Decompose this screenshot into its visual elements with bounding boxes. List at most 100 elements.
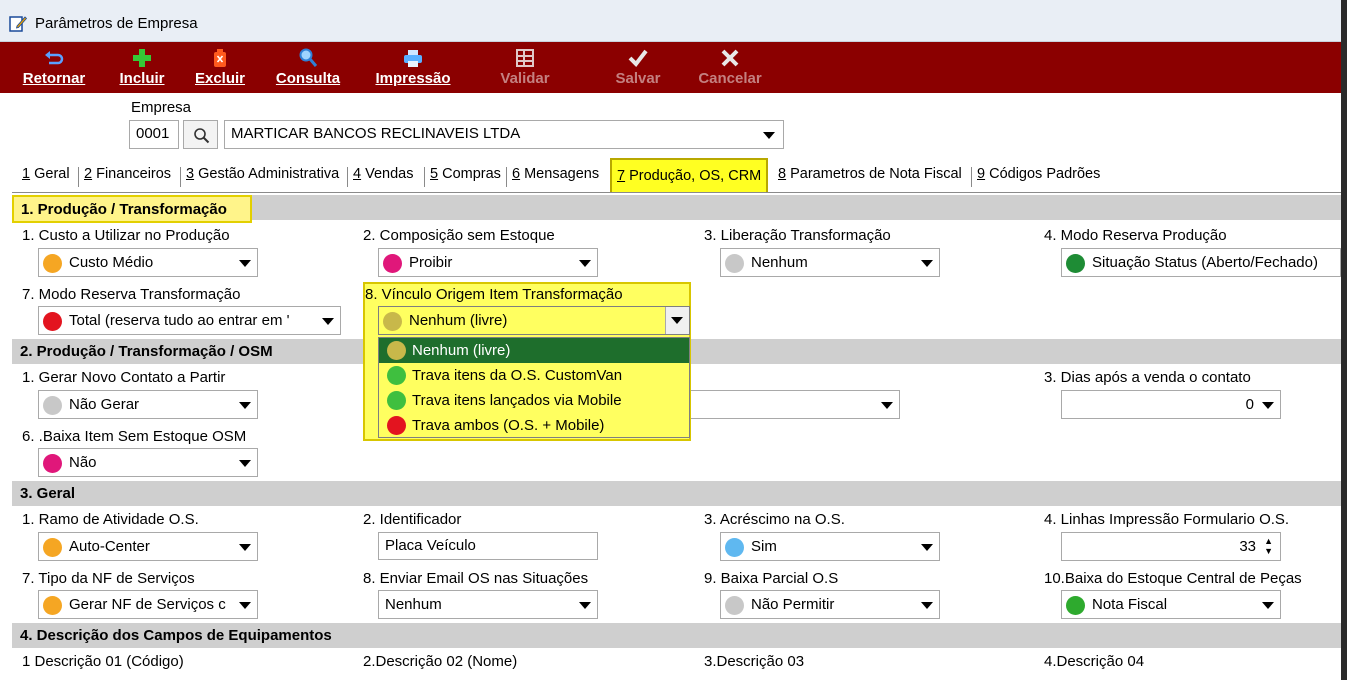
tab-separator <box>424 167 425 187</box>
empresa-name-select[interactable]: MARTICAR BANCOS RECLINAVEIS LTDA <box>224 120 784 149</box>
vinculo-origem-select[interactable]: Nenhum (livre) <box>378 306 690 335</box>
ramo-atividade-label: 1. Ramo de Atividade O.S. <box>22 511 199 528</box>
section-title: 4. Descrição dos Campos de Equipamentos <box>20 627 332 644</box>
identificador-input[interactable]: Placa Veículo <box>378 532 598 560</box>
modo-reserva-transformacao-select[interactable]: Total (reserva tudo ao entrar em ' <box>38 306 341 335</box>
chevron-down-icon <box>763 132 775 139</box>
baixa-estoque-central-select[interactable]: Nota Fiscal <box>1061 590 1281 619</box>
tab-compras-label: Compras <box>438 166 501 182</box>
spinner-updown-icon[interactable]: ▲ ▼ <box>1264 536 1273 556</box>
status-dot-icon <box>43 254 62 273</box>
acrescimo-label: 3. Acréscimo na O.S. <box>704 511 845 528</box>
enviar-email-select[interactable]: Nenhum <box>378 590 598 619</box>
status-dot-icon <box>43 396 62 415</box>
tab-financeiros[interactable]: 2 Financeiros <box>84 166 171 182</box>
salvar-button[interactable]: Salvar <box>606 42 670 93</box>
tab-vendas[interactable]: 4 Vendas <box>353 166 414 182</box>
tab-compras[interactable]: 5 Compras <box>430 166 501 182</box>
modo-reserva-producao-label: 4. Modo Reserva Produção <box>1044 227 1227 244</box>
chevron-down-icon <box>239 460 251 467</box>
dropdown-button[interactable] <box>665 307 689 334</box>
composicao-label: 2. Composição sem Estoque <box>363 227 555 244</box>
acrescimo-select[interactable]: Sim <box>720 532 940 561</box>
modo-reserva-transformacao-label: 7. Modo Reserva Transformação <box>22 286 241 303</box>
tab-nf-label: Parametros de Nota Fiscal <box>786 166 962 182</box>
tipo-nf-servicos-value: Gerar NF de Serviços c <box>69 596 226 613</box>
liberacao-value: Nenhum <box>751 254 808 271</box>
section-title: 1. Produção / Transformação <box>12 195 252 223</box>
empresa-label: Empresa <box>131 99 192 116</box>
validate-icon <box>516 49 534 67</box>
tab-gestao-label: Gestão Administrativa <box>194 166 340 182</box>
liberacao-select[interactable]: Nenhum <box>720 248 940 277</box>
custo-producao-label: 1. Custo a Utilizar no Produção <box>22 227 230 244</box>
status-dot-icon <box>725 254 744 273</box>
incluir-button[interactable]: Incluir <box>112 42 172 93</box>
dias-apos-venda-select[interactable]: 0 <box>1061 390 1281 419</box>
impressao-button[interactable]: Impressão <box>366 42 460 93</box>
tab-vendas-label: Vendas <box>361 166 414 182</box>
custo-producao-select[interactable]: Custo Médio <box>38 248 258 277</box>
dropdown-option[interactable]: Trava itens da O.S. CustomVan <box>379 363 689 388</box>
empresa-code-field[interactable]: 0001 <box>129 120 179 149</box>
excluir-button[interactable]: Excluir <box>190 42 250 93</box>
retornar-button[interactable]: Retornar <box>14 42 94 93</box>
ramo-atividade-select[interactable]: Auto-Center <box>38 532 258 561</box>
tab-geral-label: Geral <box>30 166 70 182</box>
validar-button[interactable]: Validar <box>492 42 558 93</box>
composicao-value: Proibir <box>409 254 453 271</box>
empresa-search-button[interactable] <box>183 120 218 149</box>
tab-geral[interactable]: 1 Geral <box>22 166 70 182</box>
section-title: 3. Geral <box>20 485 76 502</box>
tab-vendas-num: 4 <box>353 166 362 182</box>
tab-parametros-nota-fiscal[interactable]: 8 Parametros de Nota Fiscal <box>778 166 962 182</box>
descricao-03-label: 3.Descrição 03 <box>704 653 805 670</box>
section-descricao-equipamentos: 4. Descrição dos Campos de Equipamentos <box>12 623 1347 648</box>
excluir-label: Excluir <box>194 70 246 87</box>
retornar-label: Retornar <box>22 70 86 87</box>
tab-mensagens[interactable]: 6 Mensagens <box>512 166 599 182</box>
tab-codigos-padroes[interactable]: 9 Códigos Padrões <box>977 166 1100 182</box>
dropdown-option[interactable]: Trava itens lançados via Mobile <box>379 388 689 413</box>
chevron-down-icon <box>1262 602 1274 609</box>
gerar-contato-value: Não Gerar <box>69 396 140 413</box>
chevron-down-icon <box>1262 402 1274 409</box>
tab-financeiros-num: 2 <box>84 166 93 182</box>
modo-reserva-producao-select[interactable]: Situação Status (Aberto/Fechado) <box>1061 248 1341 277</box>
consulta-button[interactable]: Consulta <box>270 42 346 93</box>
linhas-impressao-spinner[interactable]: 33 ▲ ▼ <box>1061 532 1281 561</box>
dropdown-option[interactable]: Trava ambos (O.S. + Mobile) <box>379 413 689 438</box>
custo-producao-value: Custo Médio <box>69 254 154 271</box>
composicao-select[interactable]: Proibir <box>378 248 598 277</box>
status-dot-icon <box>43 596 62 615</box>
status-dot-icon <box>387 416 406 435</box>
dropdown-option-label: Trava itens da O.S. CustomVan <box>412 367 623 384</box>
ramo-atividade-value: Auto-Center <box>69 538 150 555</box>
section-geral: 3. Geral <box>12 481 1347 506</box>
dropdown-option-label: Trava itens lançados via Mobile <box>412 392 622 409</box>
chevron-down-icon <box>239 544 251 551</box>
chevron-down-icon <box>921 260 933 267</box>
gerar-contato-select[interactable]: Não Gerar <box>38 390 258 419</box>
status-dot-icon <box>725 538 744 557</box>
cancelar-button[interactable]: Cancelar <box>690 42 770 93</box>
cancelar-label: Cancelar <box>698 70 762 87</box>
consulta-label: Consulta <box>275 70 341 87</box>
chevron-down-icon <box>881 402 893 409</box>
return-icon <box>45 51 64 65</box>
baixa-estoque-central-value: Nota Fiscal <box>1092 596 1168 613</box>
baixa-item-select[interactable]: Não <box>38 448 258 477</box>
dropdown-option[interactable]: Nenhum (livre) <box>379 338 689 363</box>
tipo-nf-servicos-select[interactable]: Gerar NF de Serviços c <box>38 590 258 619</box>
tab-compras-num: 5 <box>430 166 439 182</box>
window-edge <box>1341 0 1347 680</box>
status-dot-icon <box>1066 596 1085 615</box>
descricao-01-label: 1 Descrição 01 (Código) <box>22 653 184 670</box>
chevron-down-icon <box>921 602 933 609</box>
tab-nf-num: 8 <box>778 166 787 182</box>
tab-producao-os-crm[interactable]: 7 Produção, OS, CRM <box>610 158 769 192</box>
baixa-parcial-select[interactable]: Não Permitir <box>720 590 940 619</box>
tab-bar: 1 Geral 2 Financeiros 3 Gestão Administr… <box>12 156 1347 193</box>
tab-gestao-administrativa[interactable]: 3 Gestão Administrativa <box>186 166 339 182</box>
vinculo-origem-label: 8. Vínculo Origem Item Transformação <box>365 286 623 303</box>
